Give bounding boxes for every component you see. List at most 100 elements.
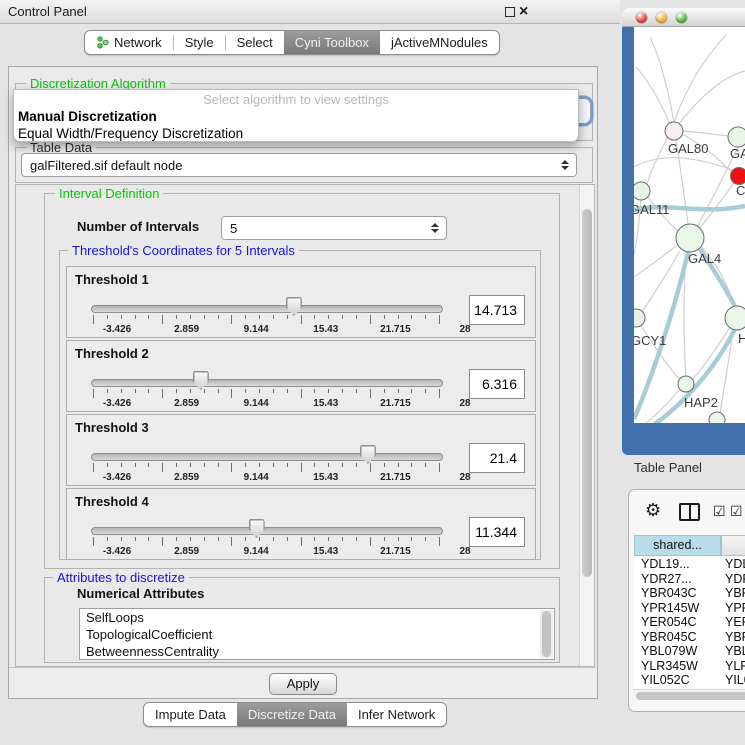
slider-ticks (91, 537, 443, 546)
tab-network[interactable]: Network (85, 31, 173, 54)
network-node-hap2[interactable] (678, 376, 694, 392)
tick-label: -3.426 (103, 398, 131, 409)
bottom-tab-infer-network[interactable]: Infer Network (347, 703, 446, 726)
stepper-icon (561, 160, 569, 170)
table-row[interactable]: YPR145WYPR1 (634, 601, 745, 616)
tab-label: Discretize Data (248, 707, 336, 722)
number-of-intervals-value: 5 (230, 221, 237, 236)
attribute-list-item[interactable]: BetweennessCentrality (80, 643, 554, 660)
number-of-intervals-combobox[interactable]: 5 (221, 216, 447, 240)
network-node-gal80[interactable] (665, 122, 683, 140)
table-data-selected: galFiltered.sif default node (30, 158, 182, 173)
close-icon[interactable]: × (519, 1, 528, 23)
network-node-gal11[interactable] (634, 182, 650, 200)
table-data-combobox[interactable]: galFiltered.sif default node (21, 153, 577, 177)
mac-close-icon[interactable] (636, 12, 647, 23)
numerical-attributes-list[interactable]: SelfLoopsTopologicalCoefficientBetweenne… (79, 608, 555, 660)
threshold-row-4: Threshold 4-3.4262.8599.14415.4321.71528… (66, 488, 536, 560)
interval-group-title: Interval Definition (55, 186, 163, 201)
slider-track[interactable] (91, 305, 443, 313)
float-window-icon[interactable] (505, 7, 515, 17)
threshold-value-field[interactable]: 21.4 (469, 443, 525, 473)
network-node-label: GA (730, 146, 745, 161)
scrollbar-thumb[interactable] (636, 692, 745, 700)
table-row[interactable]: YLR345WYLR3 (634, 659, 745, 674)
slider-handle[interactable] (249, 519, 265, 538)
table-row[interactable]: YIL052CYIL0 (634, 673, 745, 688)
table-row[interactable]: YDL19...YDL1 (634, 557, 745, 572)
tick-label: 2.859 (174, 324, 199, 335)
table-row[interactable]: YER054CYER0 (634, 615, 745, 630)
slider-track[interactable] (91, 527, 443, 535)
table-row[interactable]: YBR045CYBR0 (634, 630, 745, 645)
column-header-name[interactable]: na (721, 535, 745, 556)
table-row[interactable]: YBL079WYBL0 (634, 644, 745, 659)
tab-label: Style (185, 35, 214, 50)
cell-shared-name: YLR345W (634, 659, 721, 674)
tab-jactivemnodules[interactable]: jActiveMNodules (380, 31, 499, 54)
threshold-label: Threshold 1 (75, 272, 149, 287)
network-node-gal4[interactable] (676, 224, 704, 252)
slider-handle[interactable] (360, 445, 376, 464)
network-node-ga[interactable] (728, 127, 745, 147)
threshold-value-field[interactable]: 14.713 (469, 295, 525, 325)
algorithm-option-equal-width[interactable]: Equal Width/Frequency Discretization (18, 126, 243, 141)
network-node-h[interactable] (725, 306, 745, 330)
tick-label: 9.144 (244, 472, 269, 483)
network-node-gcy1[interactable] (634, 309, 645, 327)
slider-tick-labels: -3.4262.8599.14415.4321.71528 (91, 472, 443, 484)
apply-button[interactable]: Apply (269, 673, 337, 695)
bottom-tab-discretize-data[interactable]: Discretize Data (237, 703, 347, 726)
tick-label: 15.43 (313, 324, 338, 335)
cell-shared-name: YPR145W (634, 601, 721, 616)
network-edge (634, 245, 677, 277)
slider-handle[interactable] (286, 297, 302, 316)
attribute-list-item[interactable]: SelfLoops (80, 609, 554, 626)
column-header-shared[interactable]: shared... (634, 535, 721, 556)
checkbox-icon[interactable]: ☑ (713, 503, 726, 520)
cell-name: YBL0 (721, 644, 745, 659)
tab-cyni-toolbox[interactable]: Cyni Toolbox (284, 31, 380, 54)
network-graph: GAL80GACGAL11GAL4GCY1HHAP2 (634, 27, 745, 423)
interval-definition-group: Interval Definition Number of Intervals … (44, 193, 560, 569)
algorithm-option-manual[interactable]: Manual Discretization (18, 109, 157, 124)
tab-style[interactable]: Style (174, 31, 225, 54)
scrollbar-thumb[interactable] (582, 209, 592, 577)
cell-name: YBR0 (721, 630, 745, 645)
list-scrollbar[interactable] (540, 610, 553, 658)
network-node[interactable] (709, 412, 725, 423)
tick-label: 21.715 (380, 324, 411, 335)
mac-minimize-icon[interactable] (656, 12, 667, 23)
threshold-value-field[interactable]: 11.344 (469, 517, 525, 547)
cyni-toolbox-panel: Discretization Algorithm Select algorith… (8, 66, 598, 699)
attribute-list-item[interactable]: TopologicalCoefficient (80, 626, 554, 643)
network-node-c[interactable] (731, 168, 745, 185)
threshold-row-2: Threshold 2-3.4262.8599.14415.4321.71528… (66, 340, 536, 412)
table-row[interactable]: YDR27...YDR2 (634, 572, 745, 587)
stepper-icon (431, 223, 439, 233)
algorithm-dropdown-popup: Select algorithm to view settings Manual… (13, 89, 579, 142)
vertical-scrollbar[interactable] (579, 185, 594, 666)
threshold-label: Threshold 2 (75, 346, 149, 361)
tick-label: 15.43 (313, 472, 338, 483)
slider-track[interactable] (91, 379, 443, 387)
slider-track[interactable] (91, 453, 443, 461)
checkbox-icon[interactable]: ☑ (730, 503, 743, 520)
threshold-value-field[interactable]: 6.316 (469, 369, 525, 399)
tab-select[interactable]: Select (226, 31, 284, 54)
table-row[interactable]: YBR043CYBR0 (634, 586, 745, 601)
tick-label: 9.144 (244, 324, 269, 335)
tab-label: Network (114, 35, 162, 50)
bottom-tab-impute-data[interactable]: Impute Data (144, 703, 237, 726)
gear-icon[interactable]: ⚙ (645, 500, 661, 520)
threshold-row-3: Threshold 3-3.4262.8599.14415.4321.71528… (66, 414, 536, 486)
columns-icon[interactable] (679, 503, 700, 521)
horizontal-scrollbar[interactable] (633, 689, 745, 700)
tab-label: Infer Network (358, 707, 435, 722)
mac-zoom-icon[interactable] (676, 12, 687, 23)
network-canvas[interactable]: GAL80GACGAL11GAL4GCY1HHAP2 (634, 27, 745, 423)
top-tab-bar: Network Style SelectCyni ToolboxjActiveMNo… (84, 30, 500, 55)
slider-handle[interactable] (193, 371, 209, 390)
cell-shared-name: YDL19... (634, 557, 721, 572)
network-node-label: HAP2 (684, 395, 718, 410)
